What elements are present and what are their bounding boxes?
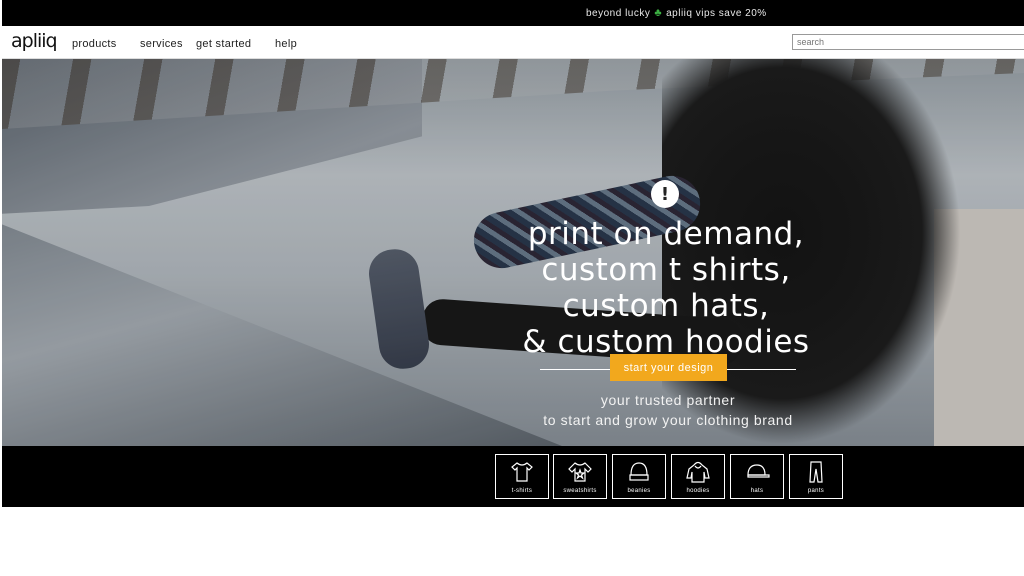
beanie-icon (629, 462, 649, 481)
nav-link-get-started[interactable]: get started (196, 38, 251, 50)
category-sweatshirts[interactable]: sweatshirts (553, 454, 607, 499)
category-tshirts[interactable]: t-shirts (495, 454, 549, 499)
nav-link-products[interactable]: products (72, 38, 117, 50)
exclamation-circle-icon: ! (651, 180, 679, 208)
tshirt-icon (511, 462, 533, 482)
search-input[interactable] (792, 34, 1024, 50)
hero-headline: print on demand, custom t shirts, custom… (490, 216, 842, 360)
category-label: pants (807, 488, 825, 494)
category-label: sweatshirts (563, 488, 597, 494)
headline-line-3: custom hats, (562, 288, 770, 324)
logo[interactable]: apliiq (11, 30, 58, 52)
category-hats[interactable]: hats (730, 454, 784, 499)
category-bar: t-shirts sweatshirts beanies hoodies hat… (2, 446, 1024, 507)
category-label: hats (750, 488, 764, 494)
start-your-design-button[interactable]: start your design (610, 354, 727, 381)
hero-tagline: your trusted partner to start and grow y… (520, 390, 816, 430)
category-hoodies[interactable]: hoodies (671, 454, 725, 499)
promo-text-after: apliiq vips save 20% (666, 7, 767, 19)
category-label: t-shirts (511, 488, 533, 494)
category-pants[interactable]: pants (789, 454, 843, 499)
category-label: beanies (627, 488, 651, 494)
four-leaf-clover-icon: ♣ (654, 7, 663, 19)
top-nav: apliiq products services get started hel… (2, 26, 1024, 59)
page: beyond lucky ♣ apliiq vips save 20% apli… (0, 0, 1024, 576)
pants-icon (809, 461, 823, 483)
promo-text-before: beyond lucky (586, 7, 651, 19)
headline-line-1: print on demand, (527, 216, 805, 252)
nav-link-services[interactable]: services (140, 38, 183, 50)
nav-link-help[interactable]: help (275, 38, 297, 50)
sweatshirt-icon (568, 462, 592, 482)
category-label: hoodies (686, 488, 710, 494)
promo-banner[interactable]: beyond lucky ♣ apliiq vips save 20% (2, 0, 1024, 26)
hoodie-icon (686, 461, 710, 483)
category-beanies[interactable]: beanies (612, 454, 666, 499)
tagline-line-2: to start and grow your clothing brand (543, 412, 793, 428)
tagline-line-1: your trusted partner (600, 392, 736, 408)
hat-icon (747, 464, 770, 478)
headline-line-2: custom t shirts, (541, 252, 791, 288)
